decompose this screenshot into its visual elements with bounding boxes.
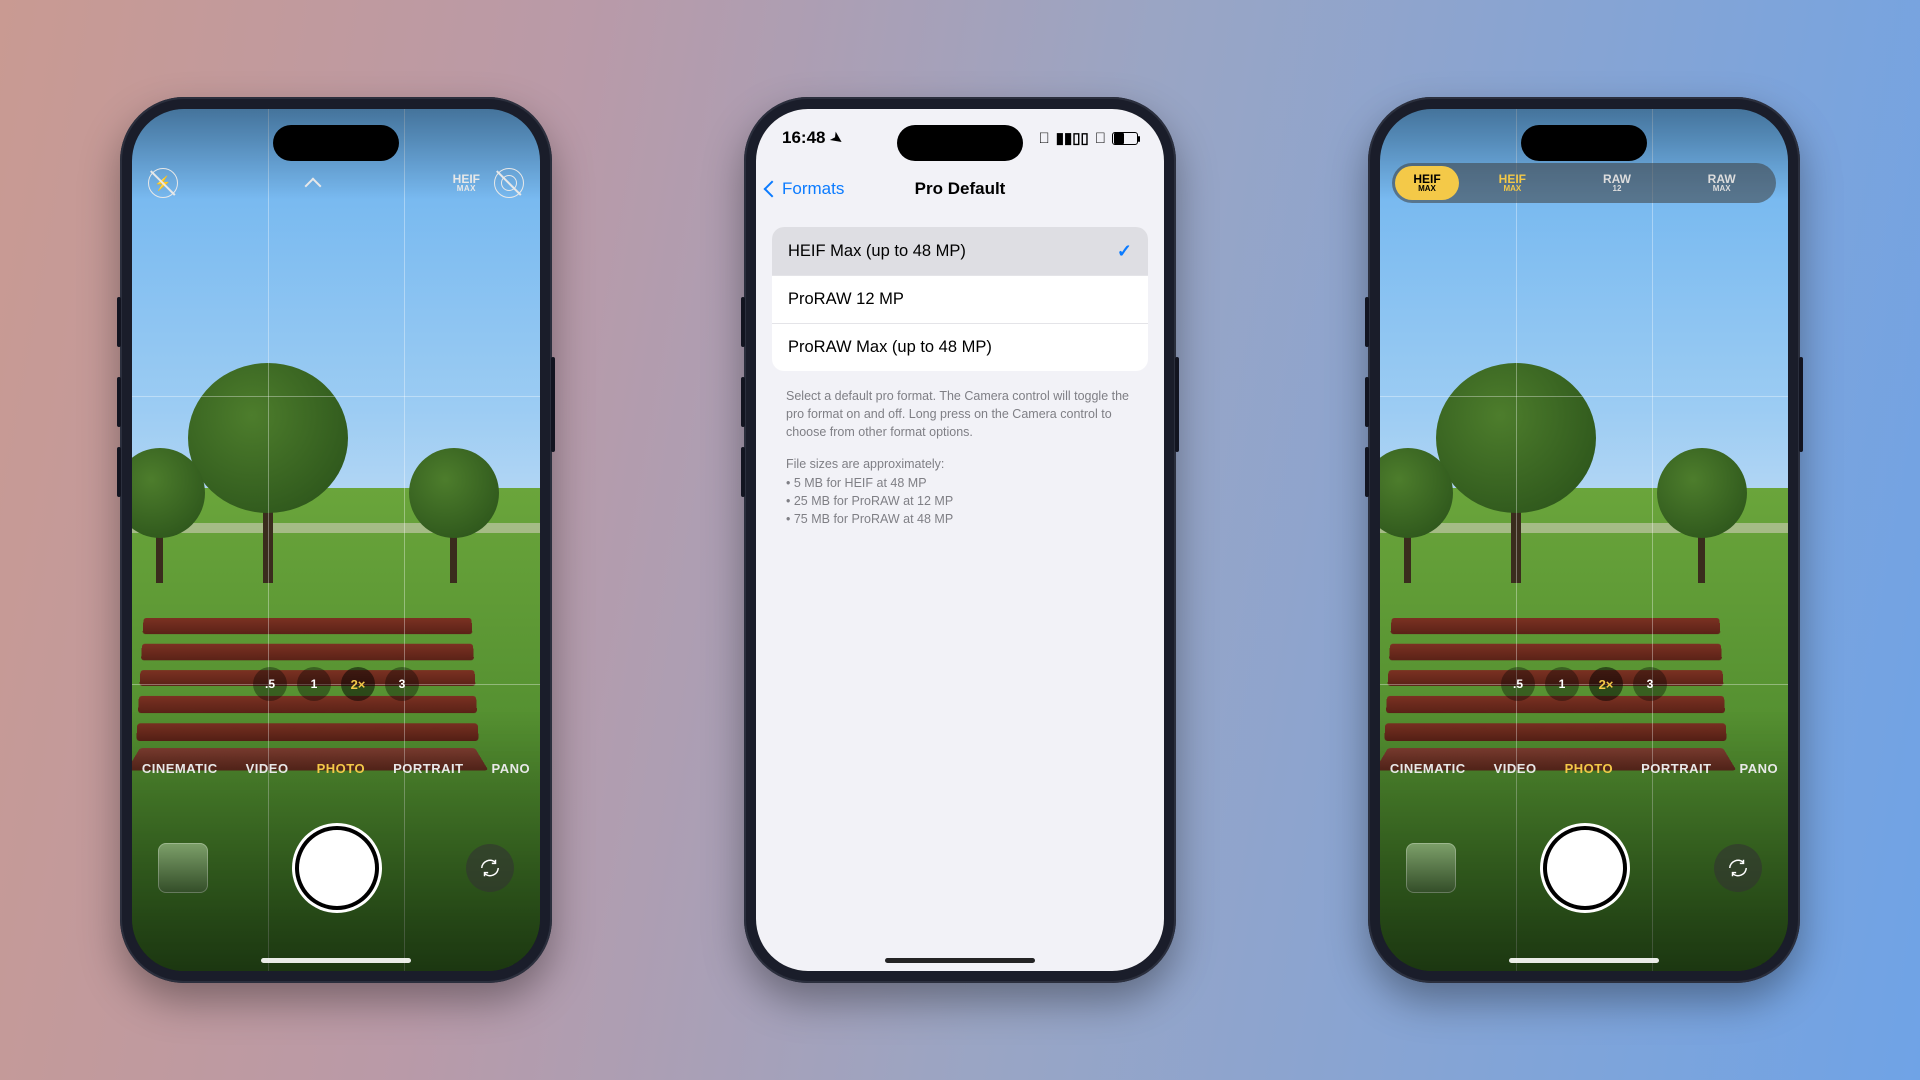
back-button[interactable]: Formats [756,179,844,199]
chevron-left-icon [764,181,781,198]
format-badge-line2: MAX [457,185,476,193]
dynamic-island [273,125,399,161]
format-option-row[interactable]: HEIF Max (up to 48 MP)✓ [772,227,1148,275]
mode-option[interactable]: PANO [492,761,531,776]
shutter-button[interactable] [299,830,375,906]
zoom-option[interactable]: 3 [1633,667,1667,701]
mode-option[interactable]: VIDEO [1494,761,1537,776]
live-photo-off-icon[interactable] [494,168,524,198]
gallery-thumbnail[interactable] [1406,843,1456,893]
format-option[interactable]: RAWMAX [1670,166,1773,200]
mode-option[interactable]: PANO [1740,761,1779,776]
format-badge[interactable]: HEIF MAX [453,173,480,193]
dynamic-island [1521,125,1647,161]
format-picker[interactable]: HEIFMAXHEIFMAXRAW12RAWMAX [1392,163,1776,203]
zoom-selector[interactable]: .5 1 2× 3 [1501,667,1667,701]
format-option-row[interactable]: ProRAW 12 MP [772,275,1148,323]
camera-topbar: ⚡ HEIF MAX [132,163,540,203]
dynamic-island [897,125,1023,161]
zoom-option[interactable]: 2× [1589,667,1623,701]
zoom-selector[interactable]: .5 1 2× 3 [253,667,419,701]
phone-right: HEIFMAXHEIFMAXRAW12RAWMAX .512×3 CINEMAT… [1368,97,1800,983]
screen-camera-formats: HEIFMAXHEIFMAXRAW12RAWMAX .512×3 CINEMAT… [1380,109,1788,971]
phone-center: 16:48 ➤ 􀙇 ▮▮▯▯ 􀙇 Formats Pro [744,97,1176,983]
nav-bar: Formats Pro Default [756,167,1164,211]
mode-option[interactable]: PORTRAIT [1641,761,1711,776]
mode-option[interactable]: CINEMATIC [1390,761,1466,776]
stage: ⚡ HEIF MAX .5 1 2× 3 CINEMATIC VIDEO PHOTO POR… [0,0,1920,1080]
footer-help-text: Select a default pro format. The Camera … [786,387,1134,528]
mode-selector[interactable]: CINEMATIC VIDEO PHOTO PORTRAIT PANO [1380,761,1788,776]
screen-camera-default: ⚡ HEIF MAX .5 1 2× 3 CINEMATIC VIDEO PHOTO POR… [132,109,540,971]
hero-image: ⚡ HEIF MAX .5 1 2× 3 CINEMATIC VIDEO PHOTO POR… [0,0,1920,1080]
home-indicator[interactable] [1509,958,1659,963]
mode-selector[interactable]: CINEMATIC VIDEO PHOTO PORTRAIT PANO [132,761,540,776]
wifi-icon: 􀙇 [1095,130,1106,147]
format-option[interactable]: HEIFMAX [1461,166,1564,200]
format-option-row[interactable]: ProRAW Max (up to 48 MP) [772,323,1148,371]
format-option[interactable]: RAW12 [1566,166,1669,200]
zoom-option[interactable]: 1 [1545,667,1579,701]
mode-option[interactable]: PHOTO [317,761,366,776]
zoom-option[interactable]: .5 [253,667,287,701]
expand-controls-button[interactable] [303,171,327,195]
mode-option[interactable]: VIDEO [246,761,289,776]
zoom-option[interactable]: .5 [1501,667,1535,701]
zoom-option[interactable]: 2× [341,667,375,701]
mode-option[interactable]: PORTRAIT [393,761,463,776]
checkmark-icon: ✓ [1117,241,1132,262]
camera-dock [132,823,540,913]
zoom-option[interactable]: 3 [385,667,419,701]
phone-left: ⚡ HEIF MAX .5 1 2× 3 CINEMATIC VIDEO PHOTO POR… [120,97,552,983]
page-title: Pro Default [915,179,1006,199]
camera-dock [1380,823,1788,913]
cellular-icon: 􀙇 [1038,130,1049,147]
flip-camera-button[interactable] [466,844,514,892]
location-icon: ➤ [828,128,847,149]
battery-icon [1112,132,1138,145]
home-indicator[interactable] [885,958,1035,963]
flip-camera-button[interactable] [1714,844,1762,892]
mode-option[interactable]: CINEMATIC [142,761,218,776]
format-option[interactable]: HEIFMAX [1395,166,1459,200]
screen-settings: 16:48 ➤ 􀙇 ▮▮▯▯ 􀙇 Formats Pro [756,109,1164,971]
shutter-button[interactable] [1547,830,1623,906]
signal-icon: ▮▮▯▯ [1056,129,1089,147]
back-label: Formats [782,179,844,199]
status-time: 16:48 [782,128,825,148]
mode-option[interactable]: PHOTO [1565,761,1614,776]
zoom-option[interactable]: 1 [297,667,331,701]
home-indicator[interactable] [261,958,411,963]
flash-off-icon[interactable]: ⚡ [148,168,178,198]
format-options-list: HEIF Max (up to 48 MP)✓ProRAW 12 MPProRA… [772,227,1148,371]
gallery-thumbnail[interactable] [158,843,208,893]
